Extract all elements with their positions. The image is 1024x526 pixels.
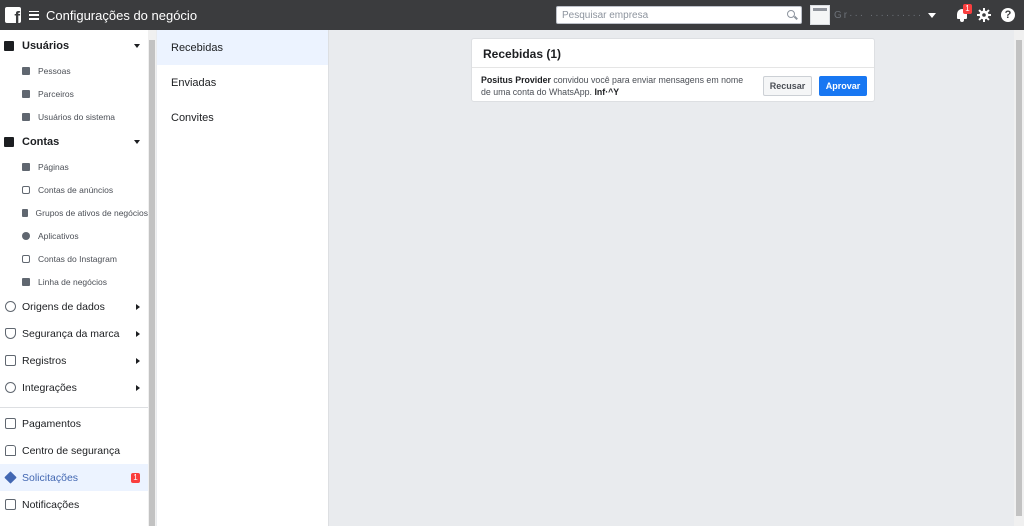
sidebar-section-accounts[interactable]: Contas <box>0 128 148 155</box>
clipboard-icon <box>5 355 16 366</box>
gear-icon[interactable] <box>977 8 991 22</box>
sidebar-item-label: Contas de anúncios <box>38 184 114 195</box>
sidebar-item-notifications[interactable]: Notificações <box>0 491 148 518</box>
wrench-icon <box>22 112 30 121</box>
sidebar-item-requests[interactable]: Solicitações 1 <box>0 464 148 491</box>
request-message: Positus Provider convidou você para envi… <box>481 74 753 98</box>
sidebar-item-system-users[interactable]: Usuários do sistema <box>0 105 148 128</box>
sidebar-item-label: Grupos de ativos de negócios <box>35 207 148 218</box>
sidebar-scrollbar-thumb[interactable] <box>149 40 155 526</box>
sidebar-divider <box>0 407 148 408</box>
sidebar-item-payments[interactable]: Pagamentos <box>0 410 148 437</box>
request-account-name: Inf·^Y <box>594 87 620 97</box>
chevron-right-icon <box>136 357 140 364</box>
tab-received[interactable]: Recebidas <box>157 30 328 65</box>
search-placeholder: Pesquisar empresa <box>562 9 649 21</box>
sidebar-item-asset-groups[interactable]: Grupos de ativos de negócios <box>0 201 148 224</box>
sidebar-item-data-sources[interactable]: Origens de dados <box>0 293 148 320</box>
notification-square-icon <box>5 499 16 510</box>
person-card-icon <box>22 66 30 75</box>
sidebar-item-registers[interactable]: Registros <box>0 347 148 374</box>
data-sources-icon <box>5 301 16 312</box>
account-switcher[interactable]: Gr··· ··········· · <box>810 5 936 25</box>
decline-button[interactable]: Recusar <box>763 76 812 96</box>
sidebar-item-label: Origens de dados <box>22 300 105 313</box>
requests-badge: 1 <box>131 472 140 483</box>
sidebar-item-label: Segurança da marca <box>22 327 120 340</box>
search-icon[interactable] <box>783 7 801 23</box>
facebook-logo-icon[interactable]: f <box>5 7 21 23</box>
main-content: Recebidas (1) Positus Provider convidou … <box>330 30 1014 526</box>
lock-icon <box>5 445 16 456</box>
sidebar-item-pages[interactable]: Páginas <box>0 155 148 178</box>
sidebar-item-integrations[interactable]: Integrações <box>0 374 148 401</box>
briefcase-icon <box>22 277 30 286</box>
briefcase-icon <box>22 89 30 98</box>
integrations-icon <box>5 382 16 393</box>
cube-icon <box>22 231 30 240</box>
app-title: Configurações do negócio <box>46 7 198 23</box>
sidebar-item-label: Solicitações <box>22 471 79 484</box>
users-icon <box>4 40 14 51</box>
chevron-right-icon <box>136 384 140 391</box>
chevron-down-icon[interactable] <box>928 12 936 18</box>
search-input[interactable]: Pesquisar empresa <box>556 6 802 24</box>
sidebar-item-label: Pagamentos <box>22 417 81 430</box>
sidebar-item-label: Contas do Instagram <box>38 253 117 264</box>
ad-account-icon <box>22 185 30 194</box>
sidebar-section-label: Contas <box>22 135 60 148</box>
received-requests-card: Recebidas (1) Positus Provider convidou … <box>471 38 875 102</box>
content-scrollbar-thumb[interactable] <box>1016 40 1022 516</box>
sidebar-item-partners[interactable]: Parceiros <box>0 82 148 105</box>
card-title: Recebidas (1) <box>483 47 562 61</box>
sidebar-section-label: Usuários <box>22 39 70 52</box>
sidebar-item-ad-accounts[interactable]: Contas de anúncios <box>0 178 148 201</box>
sidebar-item-label: Aplicativos <box>38 230 79 241</box>
sidebar-item-people[interactable]: Pessoas <box>0 59 148 82</box>
sidebar-item-label: Parceiros <box>38 88 74 99</box>
chevron-down-icon <box>134 43 140 48</box>
sidebar: Usuários Pessoas Parceiros Usuários do s… <box>0 30 148 526</box>
sidebar-item-label: Linha de negócios <box>38 276 108 287</box>
account-name: Gr··· ··········· · <box>834 9 924 21</box>
sidebar-item-security-center[interactable]: Centro de segurança <box>0 437 148 464</box>
tab-sent[interactable]: Enviadas <box>157 65 328 100</box>
card-divider <box>472 67 874 68</box>
sidebar-item-apps[interactable]: Aplicativos <box>0 224 148 247</box>
sidebar-item-brand-safety[interactable]: Segurança da marca <box>0 320 148 347</box>
sidebar-item-label: Páginas <box>38 161 69 172</box>
sidebar-item-label: Centro de segurança <box>22 444 121 457</box>
sidebar-item-instagram[interactable]: Contas do Instagram <box>0 247 148 270</box>
sidebar-item-label: Notificações <box>22 498 80 511</box>
shield-icon <box>5 328 16 339</box>
flag-icon <box>22 162 30 171</box>
sidebar-item-label: Integrações <box>22 381 77 394</box>
sidebar-item-label: Pessoas <box>38 65 71 76</box>
sidebar-item-business-line[interactable]: Linha de negócios <box>0 270 148 293</box>
sidebar-item-label: Usuários do sistema <box>38 111 116 122</box>
key-icon <box>4 471 17 484</box>
tab-invites[interactable]: Convites <box>157 100 328 135</box>
accounts-icon <box>4 136 14 147</box>
instagram-icon <box>22 254 30 263</box>
approve-button[interactable]: Aprovar <box>819 76 867 96</box>
sidebar-scrollbar[interactable] <box>148 30 156 526</box>
chevron-right-icon <box>136 330 140 337</box>
notifications-badge: 1 <box>963 4 972 14</box>
sidebar-item-label: Registros <box>22 354 67 367</box>
requests-tabs: Recebidas Enviadas Convites <box>157 30 329 526</box>
sidebar-section-users[interactable]: Usuários <box>0 32 148 59</box>
request-sender: Positus Provider <box>481 75 551 85</box>
help-icon[interactable]: ? <box>1001 8 1015 22</box>
chevron-down-icon <box>134 139 140 144</box>
bank-icon <box>5 418 16 429</box>
content-scrollbar[interactable] <box>1014 30 1024 526</box>
menu-icon[interactable] <box>29 10 39 20</box>
chevron-right-icon <box>136 303 140 310</box>
account-avatar <box>810 5 830 25</box>
folder-icon <box>22 208 28 217</box>
